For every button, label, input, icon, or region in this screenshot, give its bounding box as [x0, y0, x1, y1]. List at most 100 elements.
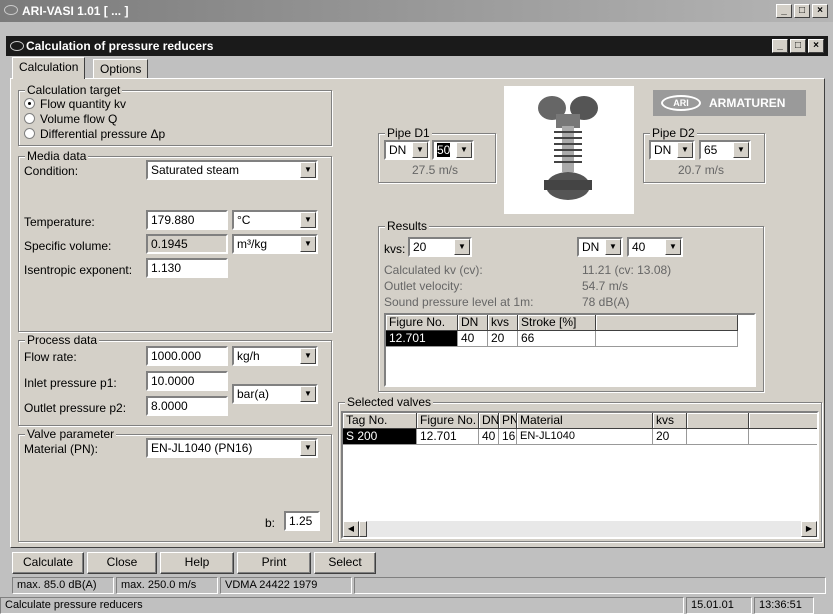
- calc-kv-value: 11.21 (cv: 13.08): [582, 263, 672, 277]
- status-time: 13:36:51: [754, 597, 814, 614]
- results-cell-figure[interactable]: 12.701: [386, 331, 458, 347]
- valves-cell-kvs[interactable]: 20: [653, 429, 687, 445]
- selected-valves-legend: Selected valves: [345, 395, 434, 409]
- flow-unit-select[interactable]: kg/h ▼: [232, 346, 318, 366]
- status-date: 15.01.01: [686, 597, 752, 614]
- chevron-down-icon: ▼: [300, 212, 316, 228]
- radio-differential-pressure[interactable]: [24, 128, 35, 139]
- outlet-pressure-input[interactable]: 8.0000: [146, 396, 228, 416]
- main-window-title: ARI-VASI 1.01 [ ... ]: [22, 4, 129, 18]
- status-standard: VDMA 24422 1979: [220, 577, 352, 594]
- outlet-velocity-label: Outlet velocity:: [384, 279, 463, 293]
- valve-image: [504, 86, 634, 214]
- pipe-d1-velocity: 27.5 m/s: [412, 163, 459, 177]
- valves-cell-pn[interactable]: 16: [499, 429, 517, 445]
- chevron-down-icon: ▼: [300, 236, 316, 252]
- valves-cell-material[interactable]: EN-JL1040: [517, 429, 653, 445]
- tab-calculation[interactable]: Calculation: [12, 57, 86, 79]
- minimize-icon[interactable]: _: [776, 4, 792, 18]
- results-dn-size-select[interactable]: 40 ▼: [627, 237, 683, 257]
- b-label: b:: [265, 516, 276, 530]
- results-dn-type-value: DN: [582, 240, 600, 254]
- pipe-d2-size-select[interactable]: 65 ▼: [699, 140, 751, 160]
- child-close-icon[interactable]: ×: [808, 39, 824, 53]
- close-icon[interactable]: ×: [812, 4, 828, 18]
- sound-level-value: 78 dB(A): [582, 295, 630, 309]
- valves-cell-tag[interactable]: S 200: [343, 429, 417, 445]
- radio-flow-quantity-label: Flow quantity kv: [40, 97, 127, 111]
- temperature-unit-select[interactable]: °C ▼: [232, 210, 318, 230]
- sound-level-label: Sound pressure level at 1m:: [384, 295, 534, 309]
- child-window-title: Calculation of pressure reducers: [26, 39, 214, 53]
- valves-col-figure: Figure No.: [417, 413, 479, 429]
- ari-armaturen-logo: ARI ARMATUREN: [653, 90, 806, 116]
- chevron-down-icon: ▼: [733, 142, 749, 158]
- inlet-pressure-label: Inlet pressure p1:: [24, 376, 117, 390]
- material-select[interactable]: EN-JL1040 (PN16) ▼: [146, 438, 318, 458]
- child-minimize-icon[interactable]: _: [772, 39, 788, 53]
- kvs-label: kvs:: [384, 242, 406, 256]
- scroll-thumb[interactable]: [359, 521, 367, 537]
- material-value: EN-JL1040 (PN16): [151, 441, 253, 455]
- flow-unit-value: kg/h: [237, 349, 260, 363]
- pressure-unit-value: bar(a): [237, 387, 270, 401]
- specific-volume-label: Specific volume:: [24, 239, 112, 253]
- results-cell-stroke[interactable]: 66: [518, 331, 596, 347]
- chevron-down-icon: ▼: [300, 440, 316, 456]
- valves-cell-empty-1: [687, 429, 749, 445]
- radio-volume-flow[interactable]: [24, 113, 35, 124]
- valves-col-material: Material: [517, 413, 653, 429]
- results-cell-dn[interactable]: 40: [458, 331, 488, 347]
- temperature-input[interactable]: 179.880: [146, 210, 228, 230]
- pressure-unit-select[interactable]: bar(a) ▼: [232, 384, 318, 404]
- radio-flow-quantity[interactable]: [24, 98, 35, 109]
- pressure-reducer-icon: [538, 96, 598, 200]
- selected-valves-table: Tag No. Figure No. DN PN Material kvs S …: [341, 411, 819, 539]
- calculate-button[interactable]: Calculate: [12, 552, 84, 574]
- scroll-left-icon[interactable]: ◀: [343, 521, 359, 537]
- specific-volume-unit-select[interactable]: m³/kg ▼: [232, 234, 318, 254]
- temperature-label: Temperature:: [24, 215, 95, 229]
- media-data-legend: Media data: [25, 149, 89, 163]
- scroll-right-icon[interactable]: ▶: [801, 521, 817, 537]
- maximize-icon[interactable]: □: [794, 4, 810, 18]
- results-cell-empty: [596, 331, 738, 347]
- flow-rate-label: Flow rate:: [24, 350, 77, 364]
- results-col-empty: [596, 315, 738, 331]
- pipe-d2-velocity: 20.7 m/s: [678, 163, 725, 177]
- results-cell-kvs[interactable]: 20: [488, 331, 518, 347]
- inlet-pressure-input[interactable]: 10.0000: [146, 371, 228, 391]
- isentropic-input[interactable]: 1.130: [146, 258, 228, 278]
- isentropic-label: Isentropic exponent:: [24, 263, 133, 277]
- close-button[interactable]: Close: [87, 552, 157, 574]
- pipe-d2-type-select[interactable]: DN ▼: [649, 140, 695, 160]
- process-data-legend: Process data: [25, 333, 100, 347]
- kvs-value: 20: [413, 240, 427, 254]
- radio-volume-flow-label: Volume flow Q: [40, 112, 118, 126]
- pipe-d1-type-select[interactable]: DN ▼: [384, 140, 430, 160]
- radio-differential-pressure-label: Differential pressure Δp: [40, 127, 166, 141]
- tab-options[interactable]: Options: [93, 59, 149, 79]
- help-button[interactable]: Help: [160, 552, 234, 574]
- valves-col-pn: PN: [499, 413, 517, 429]
- outlet-pressure-label: Outlet pressure p2:: [24, 401, 127, 415]
- pipe-d2-legend: Pipe D2: [650, 126, 697, 140]
- specific-volume-input[interactable]: 0.1945: [146, 234, 228, 254]
- valve-parameter-legend: Valve parameter: [25, 427, 117, 441]
- print-button[interactable]: Print: [237, 552, 311, 574]
- horizontal-scrollbar[interactable]: ◀ ▶: [343, 521, 817, 537]
- results-col-stroke: Stroke [%]: [518, 315, 596, 331]
- pipe-d1-size-select[interactable]: 50 ▼: [432, 140, 474, 160]
- kvs-select[interactable]: 20 ▼: [408, 237, 472, 257]
- chevron-down-icon: ▼: [300, 386, 316, 402]
- results-dn-type-select[interactable]: DN ▼: [577, 237, 623, 257]
- condition-select[interactable]: Saturated steam ▼: [146, 160, 318, 180]
- chevron-down-icon: ▼: [677, 142, 693, 158]
- valves-cell-figure[interactable]: 12.701: [417, 429, 479, 445]
- child-maximize-icon[interactable]: □: [790, 39, 806, 53]
- valves-cell-dn[interactable]: 40: [479, 429, 499, 445]
- valves-col-empty-1: [687, 413, 749, 429]
- flow-rate-input[interactable]: 1000.000: [146, 346, 228, 366]
- select-button[interactable]: Select: [314, 552, 376, 574]
- b-input[interactable]: 1.25: [284, 511, 320, 531]
